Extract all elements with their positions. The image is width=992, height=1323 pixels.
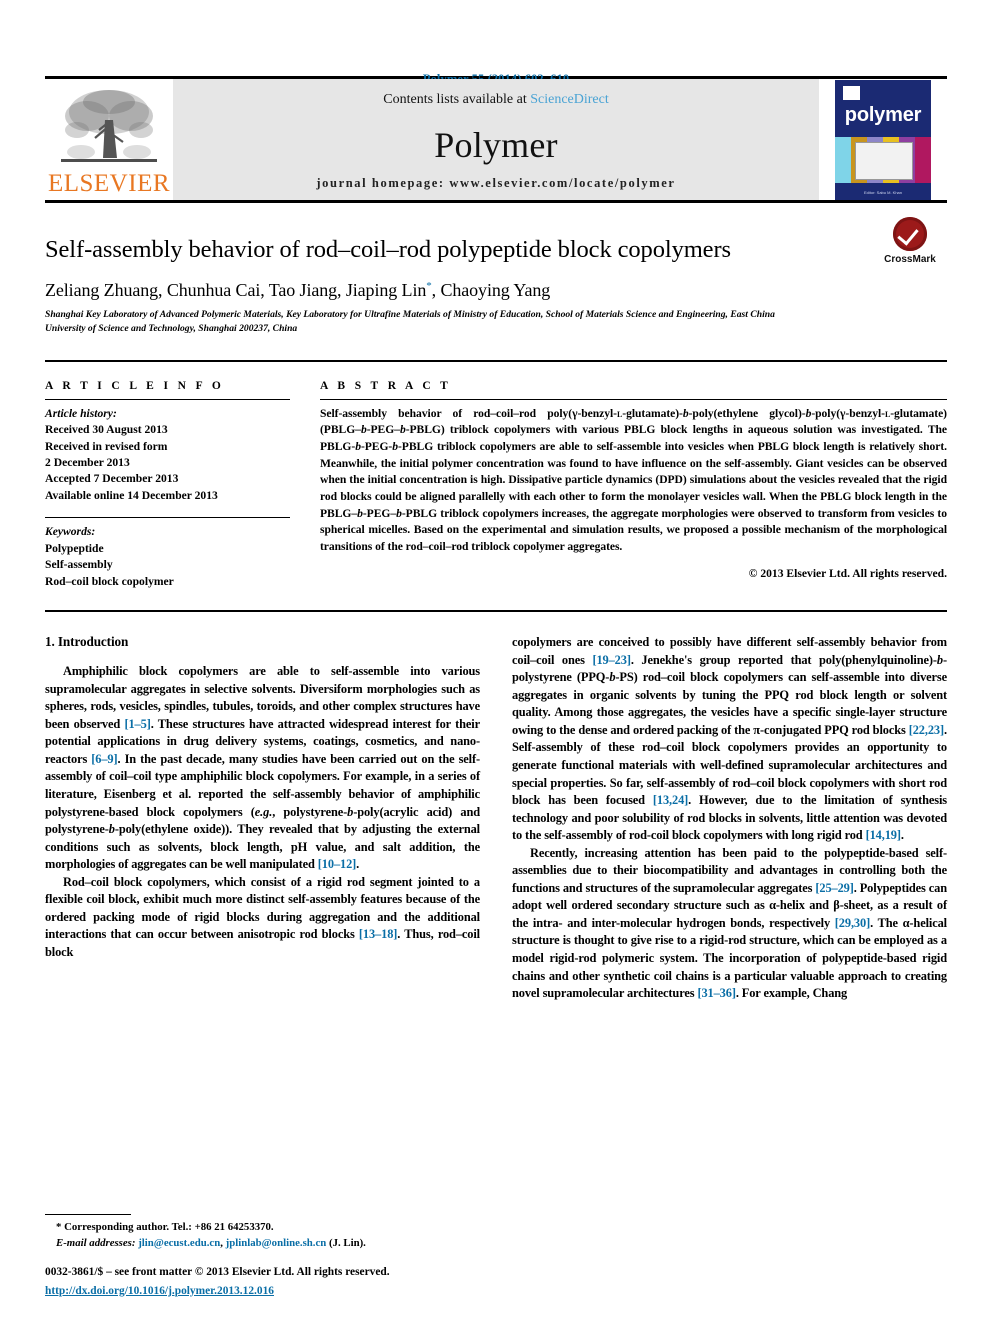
article-title: Self-assembly behavior of rod–coil–rod p… [45, 236, 731, 263]
paragraph: Rod–coil block copolymers, which consist… [45, 874, 480, 962]
cover-footer-text: Editor: Sabu M. Khan [863, 189, 903, 195]
history-item: Available online 14 December 2013 [45, 488, 218, 502]
abstract-heading: A B S T R A C T [320, 379, 452, 392]
authors-names-tail: , Chaoying Yang [431, 280, 551, 301]
history-item: Received 30 August 2013 [45, 423, 168, 437]
text-run: . [356, 857, 360, 872]
journal-homepage[interactable]: journal homepage: www.elsevier.com/locat… [173, 176, 819, 191]
section-heading-introduction: 1. Introduction [45, 634, 129, 650]
citation-link[interactable]: [31–36] [697, 986, 736, 1000]
cover-title: polymer [844, 103, 922, 126]
abs-seg: -glutamate)- [622, 406, 683, 420]
abs-seg: -PBLG triblock copolymers increases, the… [320, 506, 947, 554]
abstract-copyright: © 2013 Elsevier Ltd. All rights reserved… [748, 566, 947, 580]
text-run: . [900, 828, 904, 843]
masthead-center: Contents lists available at ScienceDirec… [173, 79, 819, 200]
email-link-2[interactable]: jplinlab@online.sh.cn [226, 1237, 327, 1249]
crossmark-check-icon [893, 217, 927, 251]
journal-cover-container: polymer Editor: Sabu M. Khan [819, 79, 947, 200]
history-item: Accepted 7 December 2013 [45, 472, 179, 486]
citation-link[interactable]: [13–18] [359, 927, 398, 941]
crossmark-label: CrossMark [884, 254, 936, 265]
author-list: Zeliang Zhuang, Chunhua Cai, Tao Jiang, … [45, 280, 947, 301]
history-item: 2 December 2013 [45, 455, 130, 469]
abs-seg: -PEG– [366, 423, 400, 437]
abs-seg: Self-assembly behavior of rod–coil–rod p… [320, 406, 617, 420]
issn-copyright-line: 0032-3861/$ – see front matter © 2013 El… [45, 1266, 390, 1279]
elsevier-tree-icon [61, 90, 157, 162]
author-affiliation: Shanghai Key Laboratory of Advanced Poly… [45, 309, 775, 334]
keyword-item: Rod–coil block copolymer [45, 574, 174, 588]
paragraph: copolymers are conceived to possibly hav… [512, 634, 947, 845]
abstract-text: Self-assembly behavior of rod–coil–rod p… [320, 400, 947, 556]
cover-publisher-badge-icon [843, 85, 860, 100]
title-block: Self-assembly behavior of rod–coil–rod p… [45, 203, 947, 336]
running-head: Polymer 55 (2014) 602–610 [45, 0, 947, 86]
journal-title: Polymer [434, 125, 558, 165]
doi-link[interactable]: http://dx.doi.org/10.1016/j.polymer.2013… [45, 1285, 274, 1297]
authors-names: Zeliang Zhuang, Chunhua Cai, Tao Jiang, … [45, 280, 427, 301]
body-column-right: copolymers are conceived to possibly hav… [512, 634, 947, 1002]
text-run: . Jenekhe's group reported that poly(phe… [630, 652, 937, 667]
keyword-item: Self-assembly [45, 558, 113, 572]
email-tail: (J. Lin). [326, 1236, 366, 1249]
crossmark-badge[interactable]: CrossMark [873, 217, 947, 265]
history-item: Received in revised form [45, 439, 168, 453]
citation-link[interactable]: [14,19] [866, 828, 901, 842]
cover-figure-inset [855, 141, 913, 180]
keywords-block: Keywords: Polypeptide Self-assembly Rod–… [45, 518, 290, 590]
footnote-divider [45, 1214, 131, 1216]
email-label: E-mail addresses: [56, 1236, 136, 1249]
body-column-left: 1. Introduction Amphiphilic block copoly… [45, 634, 480, 1002]
footnote-block: * Corresponding author. Tel.: +86 21 642… [45, 1214, 475, 1251]
abs-seg: -poly(γ-benzyl- [811, 406, 885, 420]
email-link-1[interactable]: jlin@ecust.edu.cn [138, 1237, 220, 1249]
citation-link[interactable]: [19–23] [592, 653, 631, 667]
contents-prefix: Contents lists available at [383, 92, 531, 107]
article-info-column: A R T I C L E I N F O Article history: R… [45, 380, 290, 591]
corresponding-author-note: * Corresponding author. Tel.: +86 21 642… [56, 1221, 274, 1234]
keywords-label: Keywords: [45, 525, 96, 539]
body-columns: 1. Introduction Amphiphilic block copoly… [45, 612, 947, 1002]
abs-seg: -PEG– [362, 506, 397, 520]
article-page: Polymer 55 (2014) 602–610 EL [0, 0, 992, 1323]
citation-link[interactable]: [1–5] [124, 717, 150, 731]
colophon-block: 0032-3861/$ – see front matter © 2013 El… [45, 1264, 645, 1299]
keyword-item: Polypeptide [45, 541, 104, 555]
italic-run: e.g. [254, 804, 273, 819]
paragraph: Amphiphilic block copolymers are able to… [45, 663, 480, 874]
journal-cover-image: polymer Editor: Sabu M. Khan [835, 79, 931, 200]
citation-link[interactable]: [6–9] [91, 752, 117, 766]
contents-available-line: Contents lists available at ScienceDirec… [383, 92, 609, 108]
citation-link[interactable]: [10–12] [318, 857, 357, 871]
article-info-heading: A R T I C L E I N F O [45, 379, 225, 392]
article-history-block: Article history: Received 30 August 2013… [45, 400, 290, 505]
abs-seg: -PEG- [360, 439, 393, 453]
citation-link[interactable]: [25–29] [815, 881, 854, 895]
citation-link[interactable]: [29,30] [835, 916, 870, 930]
info-abstract-row: A R T I C L E I N F O Article history: R… [45, 362, 947, 591]
email-note: E-mail addresses: jlin@ecust.edu.cn, jpl… [45, 1236, 475, 1251]
paragraph: Recently, increasing attention has been … [512, 845, 947, 1003]
text-run: , polystyrene- [272, 804, 348, 819]
abstract-column: A B S T R A C T Self-assembly behavior o… [320, 380, 947, 591]
journal-masthead: ELSEVIER Contents lists available at Sci… [45, 76, 947, 203]
elsevier-logo: ELSEVIER [45, 79, 173, 200]
text-run: . For example, Chang [735, 986, 848, 1001]
citation-link[interactable]: [13,24] [653, 793, 688, 807]
abs-seg: -poly(ethylene glycol)- [688, 406, 806, 420]
sciencedirect-link[interactable]: ScienceDirect [530, 92, 609, 107]
elsevier-wordmark: ELSEVIER [47, 170, 171, 197]
citation-link[interactable]: [22,23] [909, 723, 944, 737]
article-history-label: Article history: [45, 406, 117, 420]
